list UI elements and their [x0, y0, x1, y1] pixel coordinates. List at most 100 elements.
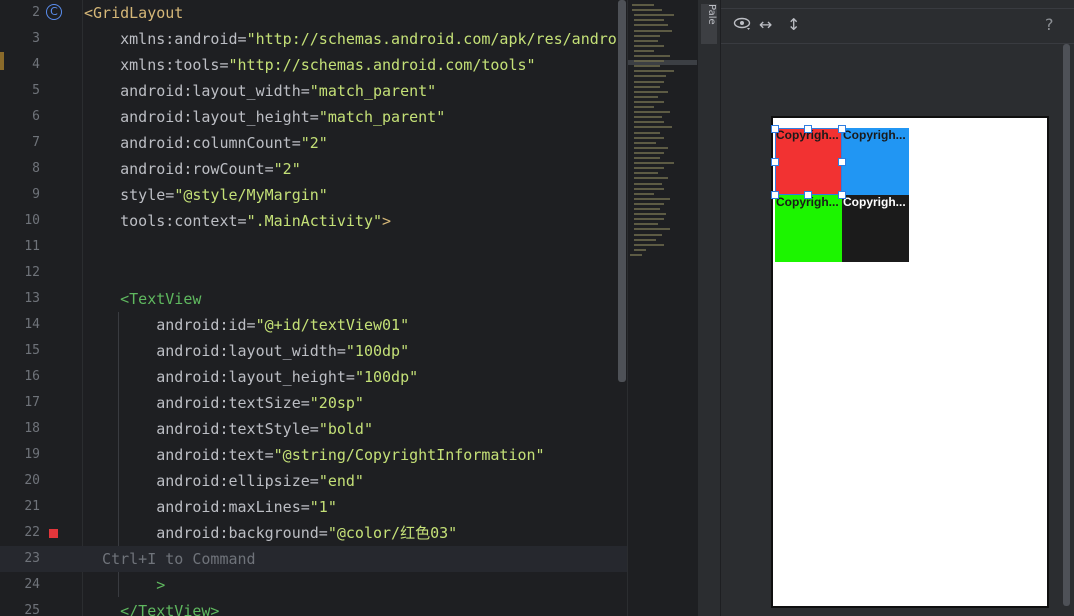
minimap-line: [634, 162, 674, 165]
grid-textview-3[interactable]: Copyrigh...: [775, 195, 842, 262]
minimap-line: [634, 100, 664, 103]
line-number: 9: [32, 187, 40, 202]
minimap-line: [632, 9, 662, 12]
code-token: android:layout_width=: [84, 342, 346, 360]
code-token: "@style/MyMargin": [174, 186, 328, 204]
minimap-line: [634, 177, 668, 180]
minimap-line: [630, 253, 642, 256]
code-line[interactable]: 3 xmlns:android="http://schemas.android.…: [0, 26, 627, 52]
selection-handle[interactable]: [804, 125, 812, 133]
eye-icon[interactable]: [733, 15, 751, 35]
code-text: android:background="@color/红色03": [84, 520, 457, 546]
code-line[interactable]: 6 android:layout_height="match_parent": [0, 104, 627, 130]
selection-handle[interactable]: [838, 158, 846, 166]
code-token: android:columnCount=: [84, 134, 301, 152]
minimap-line: [634, 172, 658, 175]
code-line[interactable]: 24 >: [0, 572, 627, 598]
minimap-line: [634, 141, 656, 144]
code-line[interactable]: 8 android:rowCount="2": [0, 156, 627, 182]
selection-handle[interactable]: [771, 125, 779, 133]
minimap-line: [634, 121, 664, 124]
code-line[interactable]: 13 <TextView: [0, 286, 627, 312]
palette-panel-strip[interactable]: Pale: [697, 0, 720, 616]
code-line[interactable]: 14 android:id="@+id/textView01": [0, 312, 627, 338]
line-number: 2: [32, 5, 40, 20]
code-line[interactable]: 5 android:layout_width="match_parent": [0, 78, 627, 104]
code-line[interactable]: 2 C <GridLayout: [0, 0, 627, 26]
code-text: android:layout_height="100dp": [84, 364, 418, 390]
code-line[interactable]: 16 android:layout_height="100dp": [0, 364, 627, 390]
code-line[interactable]: 9 style="@style/MyMargin": [0, 182, 627, 208]
code-line[interactable]: 12: [0, 260, 627, 286]
code-text: android:layout_height="match_parent": [84, 104, 445, 130]
code-token: </TextView>: [84, 602, 220, 616]
line-number: 7: [32, 135, 40, 150]
minimap-line: [634, 223, 658, 226]
line-number: 18: [24, 421, 40, 436]
vertical-resize-icon[interactable]: ↕: [787, 15, 800, 35]
design-scrollbar[interactable]: [1063, 44, 1070, 606]
line-number: 22: [24, 525, 40, 540]
code-line[interactable]: 11: [0, 234, 627, 260]
palette-tab[interactable]: Pale: [701, 4, 717, 44]
class-gutter-icon[interactable]: C: [46, 4, 62, 20]
code-line[interactable]: 22 android:background="@color/红色03": [0, 520, 627, 546]
code-text: Ctrl+I to Command: [84, 546, 256, 572]
code-line[interactable]: 20 android:ellipsize="end": [0, 468, 627, 494]
grid-textview-4[interactable]: Copyrigh...: [842, 195, 909, 262]
code-token: android:background=: [84, 524, 328, 542]
code-minimap[interactable]: [627, 0, 698, 616]
code-token: >: [84, 576, 166, 594]
device-preview-screen: Copyrigh... Copyrigh... Copyrigh... Copy…: [771, 116, 1049, 608]
textview-4-text: Copyrigh...: [843, 195, 906, 209]
minimap-line: [634, 243, 664, 246]
design-toolbar: ↔ ↕ ?: [721, 8, 1074, 44]
minimap-line: [634, 70, 674, 73]
minimap-line: [634, 80, 664, 83]
minimap-line: [634, 146, 668, 149]
selection-handle[interactable]: [838, 191, 846, 199]
code-line[interactable]: 4 xmlns:tools="http://schemas.android.co…: [0, 52, 627, 78]
selection-handle[interactable]: [771, 158, 779, 166]
minimap-line: [634, 34, 660, 37]
line-number: 14: [24, 317, 40, 332]
selection-handle[interactable]: [838, 125, 846, 133]
line-number: 20: [24, 473, 40, 488]
code-token: Ctrl+I to Command: [84, 550, 256, 568]
code-token: android:layout_height=: [84, 368, 355, 386]
selection-handle[interactable]: [804, 191, 812, 199]
code-editor[interactable]: 2 C <GridLayout 3 xmlns:android="http://sch…: [0, 0, 627, 616]
line-number: 8: [32, 161, 40, 176]
help-icon[interactable]: ?: [1045, 15, 1054, 35]
selection-handle[interactable]: [771, 191, 779, 199]
editor-scrollbar[interactable]: [618, 0, 626, 382]
code-text: xmlns:android="http://schemas.android.co…: [84, 26, 626, 52]
minimap-line: [634, 213, 666, 216]
color-swatch-icon[interactable]: [49, 529, 58, 538]
code-line[interactable]: 18 android:textStyle="bold": [0, 416, 627, 442]
code-token: >: [382, 212, 392, 230]
code-token: "http://schemas.android.com/apk/res/andr…: [246, 30, 626, 48]
code-text: xmlns:tools="http://schemas.android.com/…: [84, 52, 535, 78]
line-number: 13: [24, 291, 40, 306]
minimap-line: [634, 151, 664, 154]
code-token: android:ellipsize=: [84, 472, 319, 490]
code-line[interactable]: 19 android:text="@string/CopyrightInform…: [0, 442, 627, 468]
code-token: <TextView: [84, 290, 202, 308]
code-line[interactable]: 15 android:layout_width="100dp": [0, 338, 627, 364]
minimap-line: [634, 29, 672, 32]
code-token: android:textSize=: [84, 394, 310, 412]
code-line[interactable]: 10 tools:context=".MainActivity">: [0, 208, 627, 234]
code-token: "@color/红色03": [327, 524, 458, 542]
code-line[interactable]: 17 android:textSize="20sp": [0, 390, 627, 416]
palette-tab-label: Pale: [706, 4, 717, 25]
line-number: 19: [24, 447, 40, 462]
grid-textview-2[interactable]: Copyrigh...: [842, 128, 909, 195]
current-code-line[interactable]: 23 Ctrl+I to Command: [0, 546, 627, 572]
line-number: 5: [32, 83, 40, 98]
horizontal-resize-icon[interactable]: ↔: [759, 15, 772, 35]
line-number: 24: [24, 577, 40, 592]
code-line[interactable]: 25 </TextView>: [0, 598, 627, 616]
code-line[interactable]: 7 android:columnCount="2": [0, 130, 627, 156]
code-line[interactable]: 21 android:maxLines="1": [0, 494, 627, 520]
